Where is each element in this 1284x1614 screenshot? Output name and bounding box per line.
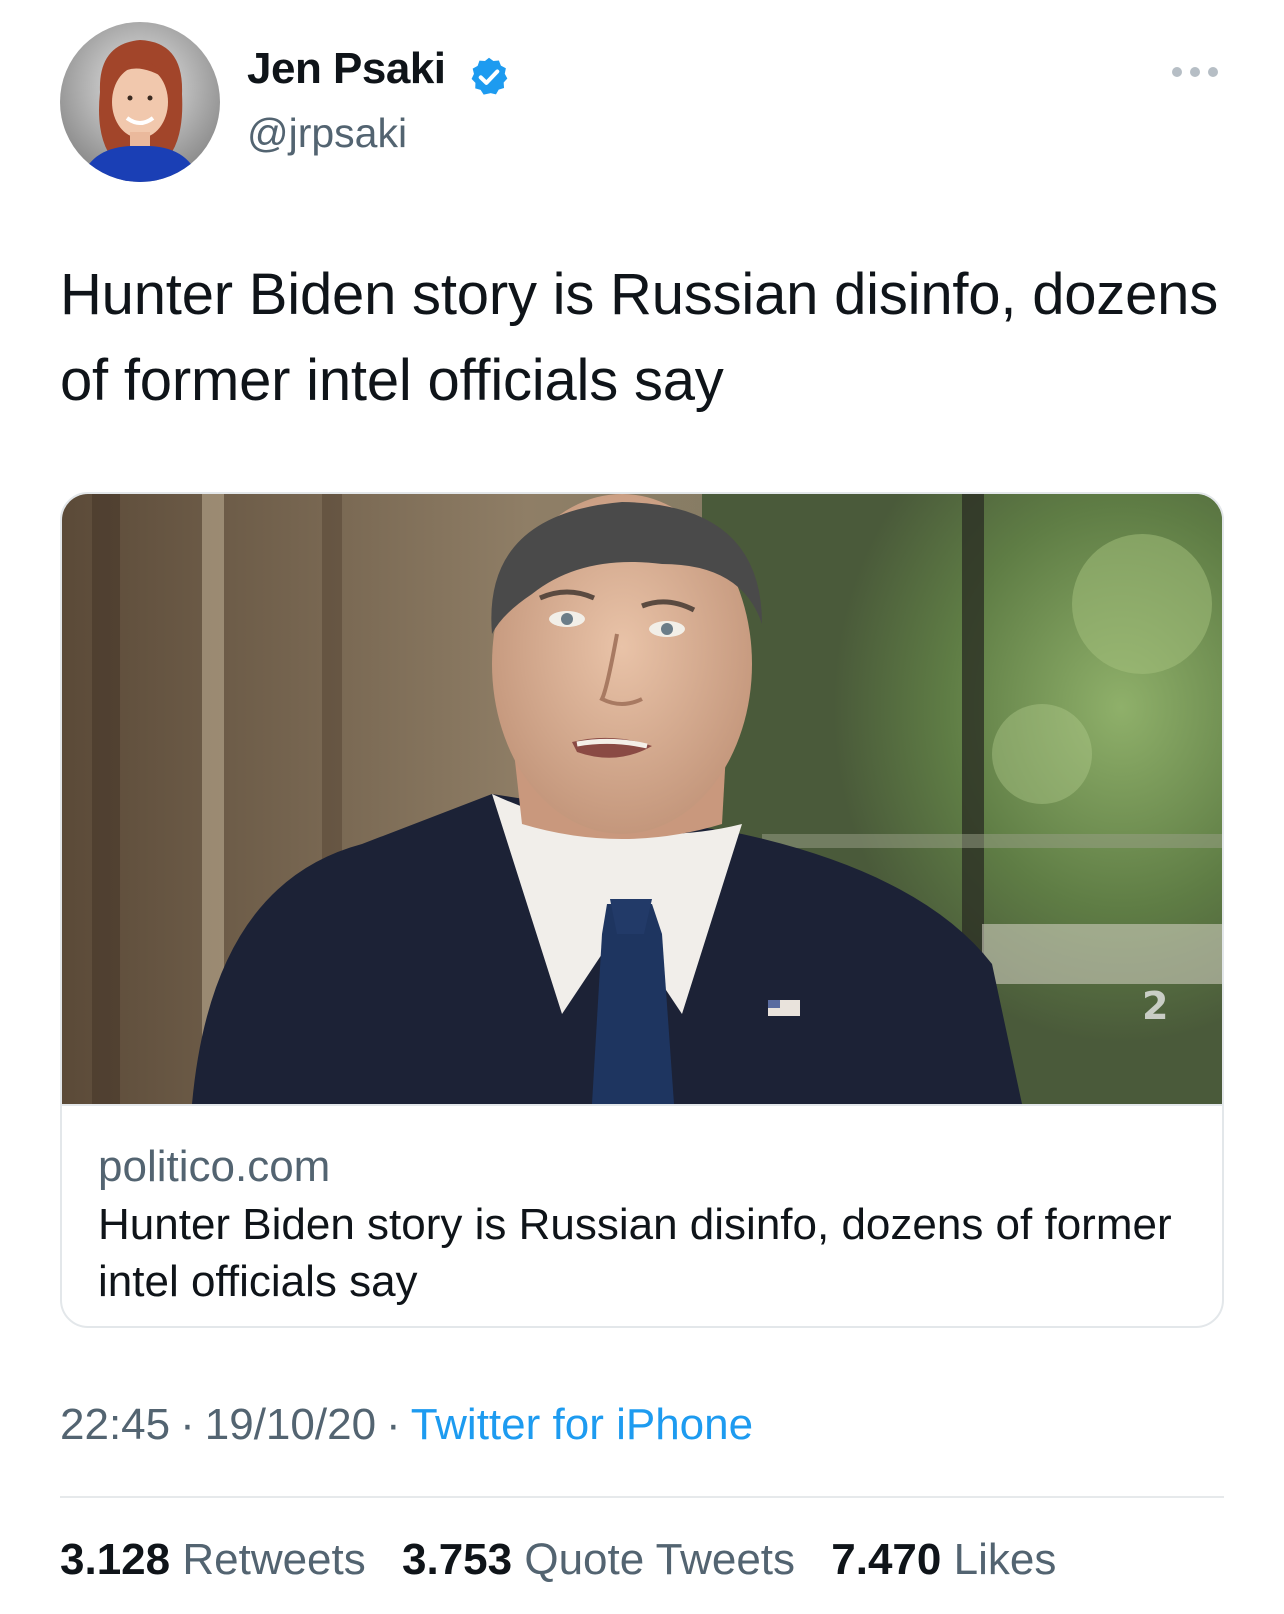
avatar-photo [60,22,220,182]
stats-divider [60,1496,1224,1498]
quote-tweets-stat[interactable]: 3.753 Quote Tweets [402,1535,795,1584]
retweets-label: Retweets [182,1535,366,1584]
card-title: Hunter Biden story is Russian disinfo, d… [98,1200,1172,1306]
quote-tweets-count: 3.753 [402,1535,513,1584]
tweet-text: Hunter Biden story is Russian disinfo, d… [60,262,1219,413]
quote-tweets-label: Quote Tweets [524,1535,796,1584]
tweet-source-link[interactable]: Twitter for iPhone [411,1400,753,1449]
card-divider [62,1104,1222,1106]
verified-badge-icon [471,57,508,95]
link-card[interactable]: 2 politico.com Hunter Biden story is Rus… [60,492,1224,1328]
more-options-button[interactable] [1172,60,1218,84]
meta-separator: · [386,1400,401,1449]
more-horizontal-icon [1172,67,1182,77]
tweet-meta: 22:45 · 19/10/20 · Twitter for iPhone [60,1400,753,1450]
tweet-stats: 3.128 Retweets 3.753 Quote Tweets 7.470 … [60,1535,1080,1585]
tweet-date[interactable]: 19/10/20 [205,1400,376,1449]
more-dot [1190,67,1200,77]
card-image: 2 [62,494,1222,1104]
author-handle[interactable]: @jrpsaki [247,110,407,157]
card-domain: politico.com [98,1142,331,1191]
likes-stat[interactable]: 7.470 Likes [831,1535,1056,1584]
likes-label: Likes [953,1535,1057,1584]
likes-count: 7.470 [831,1535,942,1584]
retweets-count: 3.128 [60,1535,171,1584]
author-name[interactable]: Jen Psaki [247,44,446,94]
tweet: Jen Psaki @jrpsaki Hunter Biden story is… [0,0,1284,1614]
retweets-stat[interactable]: 3.128 Retweets [60,1535,366,1584]
author-avatar[interactable] [60,22,220,182]
meta-separator: · [180,1400,195,1449]
svg-text:2: 2 [1142,984,1168,1028]
tweet-time[interactable]: 22:45 [60,1400,170,1449]
more-dot [1208,67,1218,77]
